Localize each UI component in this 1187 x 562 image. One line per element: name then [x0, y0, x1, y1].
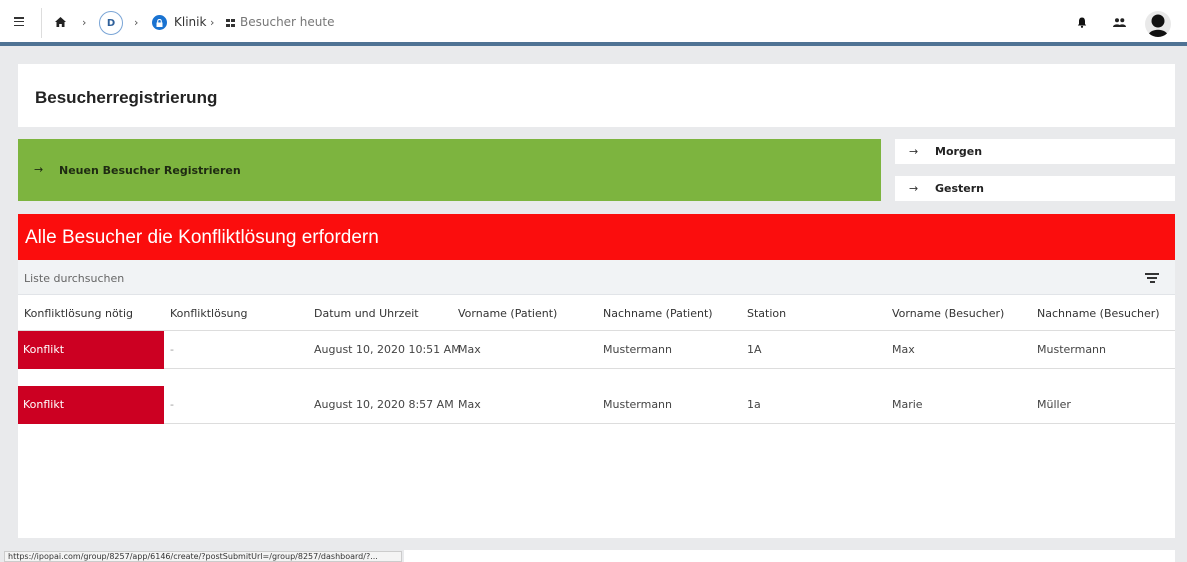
- table-cell: Marie: [892, 398, 923, 411]
- bottom-card: [404, 550, 1175, 562]
- conflict-panel-header: Alle Besucher die Konfliktlösung erforde…: [18, 214, 1175, 260]
- conflict-badge: Konflikt: [18, 386, 164, 424]
- page-header-card: Besucherregistrierung: [18, 64, 1175, 127]
- page-title: Besucherregistrierung: [35, 88, 218, 107]
- status-url: https://ipopai.com/group/8257/app/6146/c…: [4, 551, 402, 562]
- hamburger-menu-icon[interactable]: [14, 17, 24, 27]
- people-icon[interactable]: [1113, 18, 1126, 27]
- chevron-right-icon: ›: [82, 16, 87, 29]
- column-header[interactable]: Vorname (Patient): [458, 307, 557, 320]
- breadcrumb-page[interactable]: Besucher heute: [240, 15, 335, 29]
- bell-icon[interactable]: [1077, 17, 1087, 28]
- table-cell: Müller: [1037, 398, 1071, 411]
- register-visitor-label: Neuen Besucher Registrieren: [59, 164, 241, 177]
- column-header[interactable]: Station: [747, 307, 786, 320]
- home-icon[interactable]: [55, 17, 66, 27]
- table-cell: -: [170, 398, 174, 411]
- table-cell: Mustermann: [603, 398, 673, 411]
- table-cell: Mustermann: [1037, 343, 1107, 356]
- column-header[interactable]: Datum und Uhrzeit: [314, 307, 419, 320]
- arrow-right-icon: →: [909, 182, 919, 195]
- tomorrow-label: Morgen: [935, 145, 983, 158]
- register-visitor-button[interactable]: → Neuen Besucher Registrieren: [18, 139, 881, 201]
- table-cell: -: [170, 343, 174, 356]
- filter-icon[interactable]: [1145, 273, 1159, 283]
- chevron-right-icon: ›: [134, 16, 139, 29]
- table-cell: August 10, 2020 8:57 AM: [314, 398, 454, 411]
- table-row[interactable]: Konflikt - August 10, 2020 10:51 AM Max …: [18, 331, 1175, 369]
- conflict-badge: Konflikt: [18, 331, 164, 369]
- table-cell: Mustermann: [603, 343, 673, 356]
- workspace-badge[interactable]: D: [99, 11, 123, 35]
- chevron-right-icon: ›: [210, 16, 215, 29]
- table-cell: Max: [892, 343, 915, 356]
- table-cell: 1a: [747, 398, 761, 411]
- lock-icon: [152, 15, 167, 30]
- divider: [41, 8, 42, 38]
- conflict-panel: Alle Besucher die Konfliktlösung erforde…: [18, 214, 1175, 538]
- arrow-right-icon: →: [34, 163, 44, 176]
- column-header[interactable]: Konfliktlösung nötig: [24, 307, 133, 320]
- table-header: Konfliktlösung nötig Konfliktlösung Datu…: [18, 295, 1175, 331]
- search-bar: [18, 260, 1175, 295]
- tomorrow-link[interactable]: → Morgen: [895, 139, 1175, 164]
- yesterday-label: Gestern: [935, 182, 985, 195]
- table-cell: 1A: [747, 343, 762, 356]
- column-header[interactable]: Nachname (Patient): [603, 307, 713, 320]
- column-header[interactable]: Vorname (Besucher): [892, 307, 1004, 320]
- conflict-panel-title: Alle Besucher die Konfliktlösung erforde…: [25, 227, 379, 248]
- column-header[interactable]: Nachname (Besucher): [1037, 307, 1160, 320]
- yesterday-link[interactable]: → Gestern: [895, 176, 1175, 201]
- top-bar: › D › Klinik › Besucher heute: [0, 0, 1187, 46]
- table-cell: August 10, 2020 10:51 AM: [314, 343, 461, 356]
- user-avatar[interactable]: [1145, 11, 1171, 37]
- table-cell: Max: [458, 398, 481, 411]
- dashboard-grid-icon: [226, 19, 235, 27]
- table-row[interactable]: Konflikt - August 10, 2020 8:57 AM Max M…: [18, 386, 1175, 424]
- breadcrumb-app[interactable]: Klinik: [174, 15, 206, 29]
- column-header[interactable]: Konfliktlösung: [170, 307, 247, 320]
- table-cell: Max: [458, 343, 481, 356]
- search-input[interactable]: [24, 268, 1124, 288]
- arrow-right-icon: →: [909, 145, 919, 158]
